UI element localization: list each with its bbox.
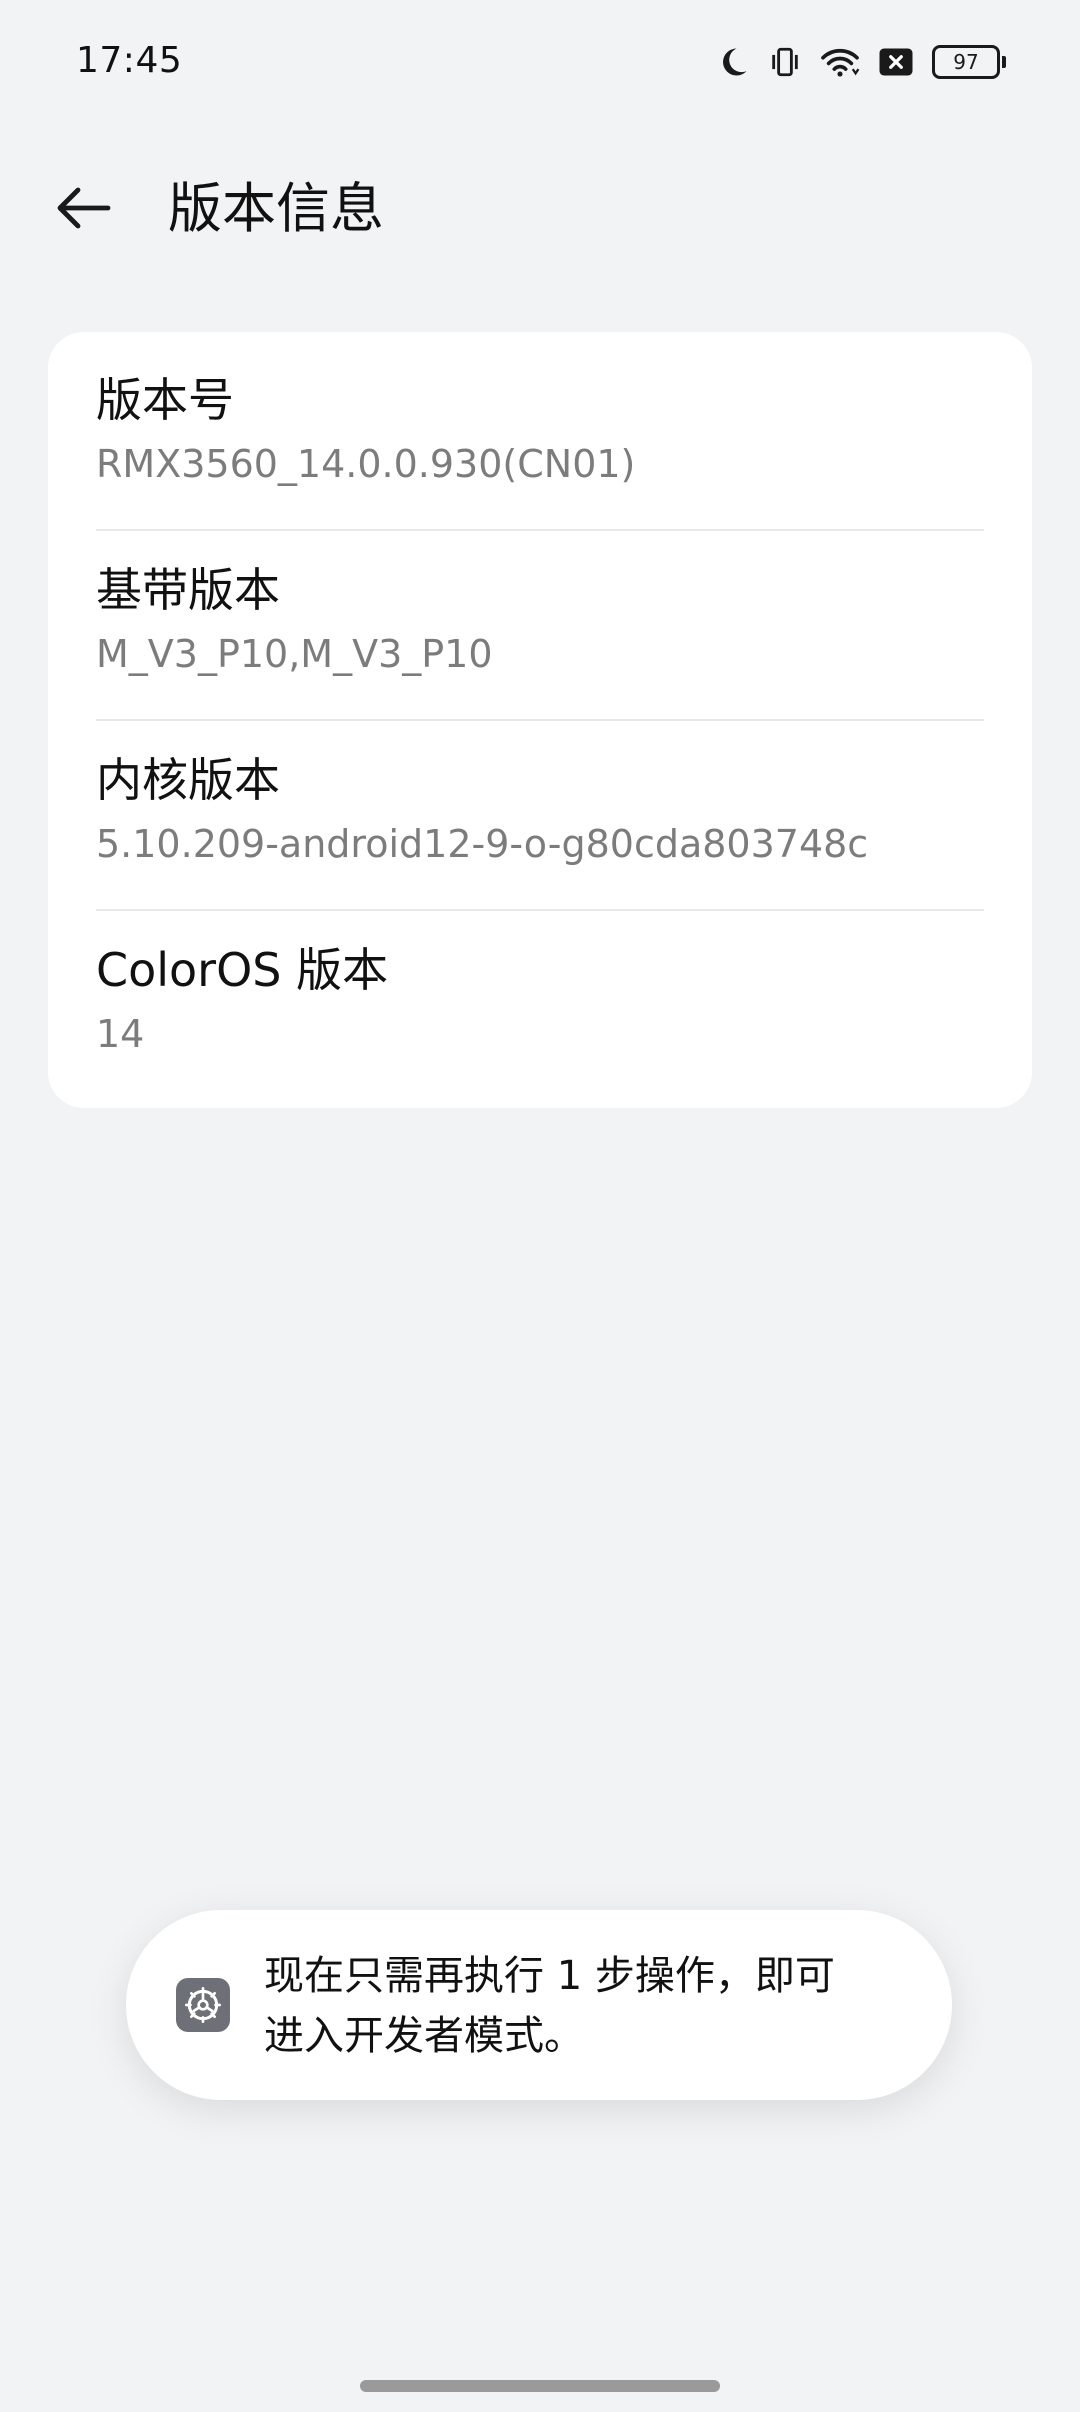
toast-line-2: 进入开发者模式。	[264, 2013, 584, 2059]
toast-message: 现在只需再执行 1 步操作，即可 进入开发者模式。	[264, 1946, 904, 2066]
row-value: M_V3_P10,M_V3_P10	[96, 632, 493, 676]
row-value: 14	[96, 1012, 145, 1056]
row-coloros-version[interactable]: ColorOS 版本 14	[96, 902, 1032, 1092]
vibrate-icon	[768, 45, 802, 79]
settings-gear-icon	[176, 1978, 230, 2032]
status-icons: 97	[716, 40, 1006, 84]
row-value: RMX3560_14.0.0.930(CN01)	[96, 442, 636, 486]
row-build-number[interactable]: 版本号 RMX3560_14.0.0.930(CN01)	[96, 332, 1032, 522]
row-title: ColorOS 版本	[96, 943, 389, 997]
battery-icon: 97	[932, 45, 1006, 79]
toast-line-1: 现在只需再执行 1 步操作，即可	[264, 1953, 835, 1999]
moon-icon	[716, 45, 750, 79]
close-box-icon	[878, 47, 914, 77]
row-title: 内核版本	[96, 753, 280, 807]
back-arrow-icon	[54, 184, 114, 236]
wifi-icon	[820, 45, 860, 79]
status-time: 17:45	[76, 40, 183, 81]
row-value: 5.10.209-android12-9-o-g80cda803748c	[96, 822, 869, 866]
battery-level: 97	[932, 45, 1000, 79]
status-bar: 17:45 97	[0, 0, 1080, 124]
row-title: 版本号	[96, 373, 234, 427]
row-title: 基带版本	[96, 563, 280, 617]
row-baseband-version[interactable]: 基带版本 M_V3_P10,M_V3_P10	[96, 522, 1032, 712]
developer-mode-toast: 现在只需再执行 1 步操作，即可 进入开发者模式。	[126, 1910, 952, 2100]
app-header: 版本信息	[0, 150, 1080, 270]
battery-tip	[1002, 56, 1006, 68]
back-button[interactable]	[48, 180, 120, 240]
row-kernel-version[interactable]: 内核版本 5.10.209-android12-9-o-g80cda803748…	[96, 712, 1032, 902]
home-indicator[interactable]	[360, 2380, 720, 2392]
page-title: 版本信息	[168, 177, 384, 240]
version-info-card: 版本号 RMX3560_14.0.0.930(CN01) 基带版本 M_V3_P…	[48, 332, 1032, 1108]
